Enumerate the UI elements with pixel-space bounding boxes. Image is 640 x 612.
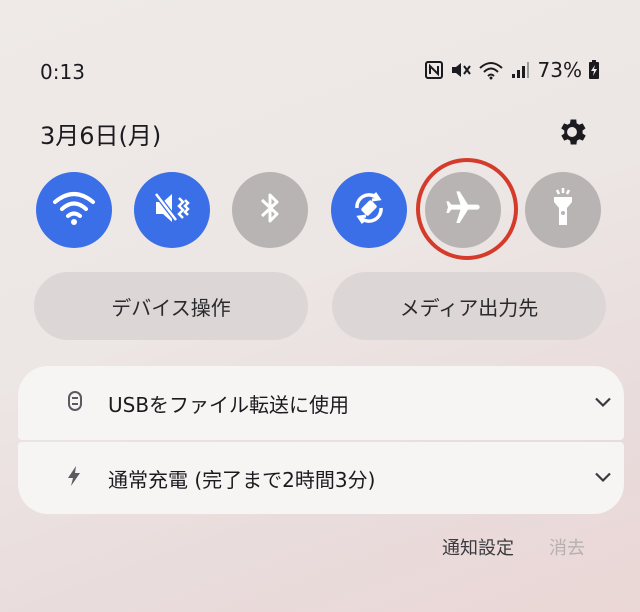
battery-charging-icon bbox=[588, 60, 600, 80]
charging-notification-label: 通常充電 (完了まで2時間3分) bbox=[108, 467, 376, 492]
wifi-signal-icon bbox=[478, 60, 504, 80]
gear-icon bbox=[555, 119, 589, 153]
wifi-icon bbox=[52, 190, 96, 230]
usb-notification[interactable]: USBをファイル転送に使用 bbox=[18, 366, 624, 440]
notification-settings-link[interactable]: 通知設定 bbox=[442, 534, 514, 560]
mute-icon bbox=[152, 190, 192, 230]
device-control-button[interactable]: デバイス操作 bbox=[34, 272, 308, 340]
cell-signal-icon bbox=[510, 60, 530, 80]
chevron-down-icon[interactable] bbox=[594, 394, 612, 413]
bluetooth-icon bbox=[258, 190, 282, 230]
nfc-icon bbox=[424, 60, 444, 80]
quick-settings-tiles bbox=[0, 170, 640, 250]
mute-tile[interactable] bbox=[134, 172, 210, 248]
clear-button[interactable]: 消去 bbox=[549, 534, 585, 560]
status-icons: 73% bbox=[424, 58, 600, 82]
bluetooth-tile[interactable] bbox=[232, 172, 308, 248]
airplane-mode-tile[interactable] bbox=[425, 172, 501, 248]
flashlight-tile[interactable] bbox=[525, 172, 601, 248]
charging-notification[interactable]: 通常充電 (完了まで2時間3分) bbox=[18, 442, 624, 514]
battery-percent: 73% bbox=[537, 58, 582, 82]
charging-bolt-icon bbox=[66, 465, 82, 491]
rotate-icon bbox=[349, 188, 389, 232]
media-output-button[interactable]: メディア出力先 bbox=[332, 272, 606, 340]
settings-button[interactable] bbox=[555, 115, 589, 149]
date-label: 3月6日(月) bbox=[40, 122, 162, 150]
mute-icon bbox=[450, 60, 472, 80]
flashlight-icon bbox=[548, 188, 578, 232]
chevron-down-icon[interactable] bbox=[594, 469, 612, 488]
usb-notification-label: USBをファイル転送に使用 bbox=[108, 392, 350, 417]
wifi-tile[interactable] bbox=[36, 172, 112, 248]
auto-rotate-tile[interactable] bbox=[331, 172, 407, 248]
usb-icon bbox=[66, 390, 84, 416]
airplane-icon bbox=[443, 188, 483, 232]
status-bar: 0:13 73% bbox=[0, 0, 640, 100]
status-time: 0:13 bbox=[40, 60, 85, 84]
